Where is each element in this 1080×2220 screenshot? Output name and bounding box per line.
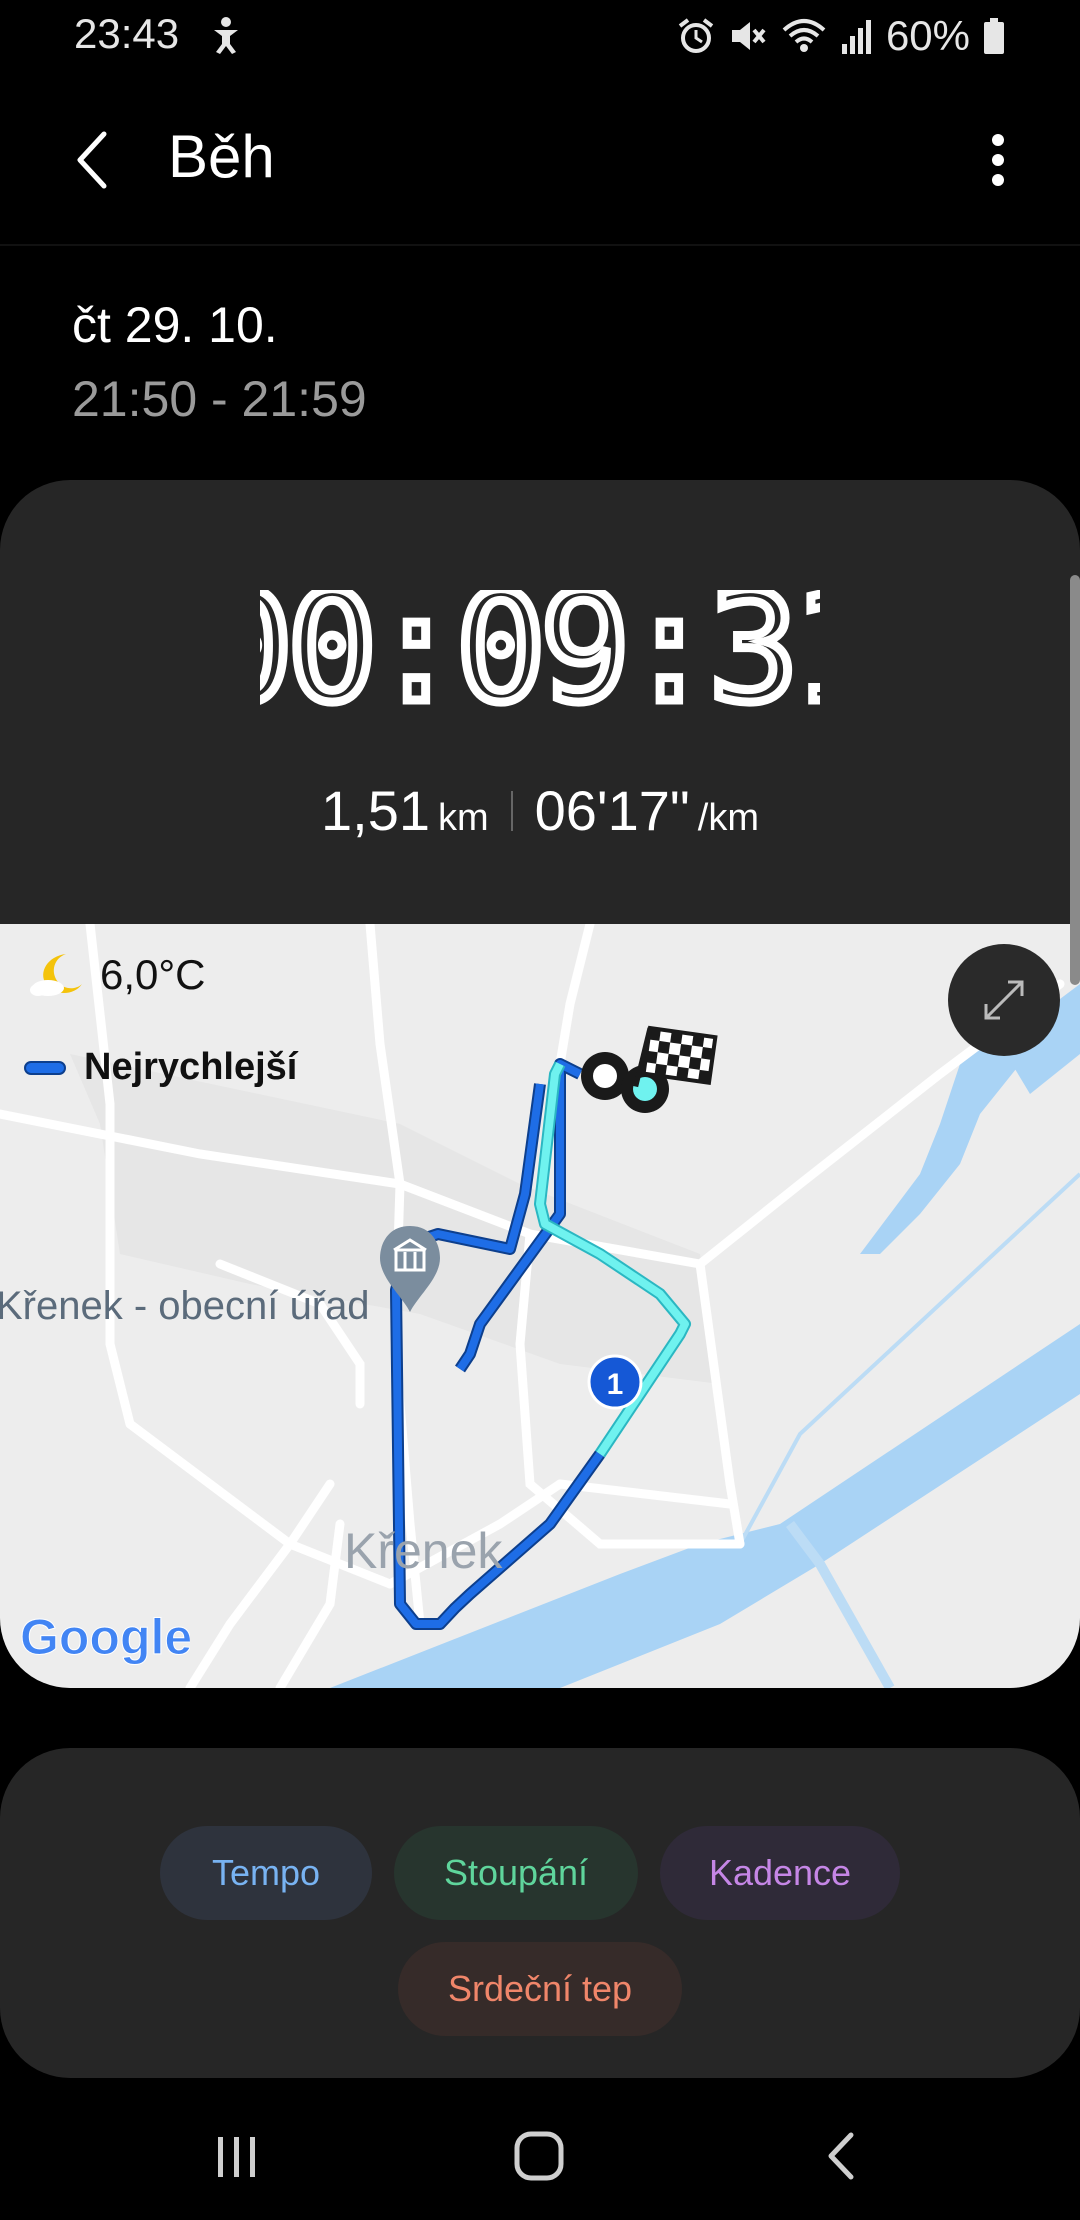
- session-date: čt 29. 10.: [72, 297, 278, 353]
- moon-cloud-icon: [30, 954, 82, 996]
- app-bar: Běh: [0, 100, 1080, 220]
- status-icons: 60%: [676, 12, 1006, 60]
- duration-text: 00:09:31: [260, 590, 820, 714]
- battery-icon: [984, 18, 1004, 54]
- distance-value: 1,51: [320, 779, 430, 842]
- pace-stat: 06'17"/km: [535, 778, 759, 843]
- nav-back-button[interactable]: [796, 2116, 886, 2196]
- duration-display: 00:09:31: [0, 558, 1080, 741]
- scroll-indicator: [1070, 575, 1080, 985]
- heart-rate-chip[interactable]: Srdeční tep: [398, 1942, 682, 2036]
- signal-icon: [841, 20, 871, 54]
- home-icon: [514, 2131, 564, 2181]
- distance-unit: km: [437, 797, 489, 839]
- wifi-icon: [782, 19, 826, 52]
- pace-value: 06'17": [534, 779, 690, 842]
- metric-chips-card: Tempo Stoupání Kadence Srdeční tep: [0, 1748, 1080, 2078]
- stats-separator: [510, 790, 513, 831]
- google-text: Google: [20, 1609, 190, 1665]
- alarm-icon: [678, 18, 714, 53]
- workout-summary-card: 00:09:31 1,51km 06'17"/km: [0, 480, 1080, 1688]
- recent-apps-icon: [218, 2137, 255, 2177]
- accessibility-icon: [214, 17, 238, 54]
- more-vert-icon: [992, 134, 1004, 186]
- session-time-range: 21:50 - 21:59: [72, 371, 367, 427]
- pace-unit: /km: [697, 797, 760, 839]
- google-wordmark: Google: [20, 1609, 193, 1666]
- recent-apps-button[interactable]: [192, 2116, 282, 2196]
- summary-stats: 1,51 km 06'17"/km: [0, 778, 1080, 843]
- temperature: 6,0°C: [100, 951, 206, 998]
- more-options-button[interactable]: [966, 120, 1030, 200]
- duration-digits: 00:09:31: [198, 558, 887, 741]
- tempo-chip[interactable]: Tempo: [160, 1826, 372, 1920]
- navigation-bar: [0, 2086, 1080, 2220]
- elevation-chip[interactable]: Stoupání: [394, 1826, 638, 1920]
- distance-stat: 1,51 km: [321, 778, 489, 843]
- expand-icon: [984, 980, 1024, 1020]
- page-title: Běh: [168, 123, 275, 190]
- battery-percent: 60%: [885, 12, 970, 59]
- google-logo: Google: [20, 1608, 193, 1680]
- expand-map-button[interactable]: [948, 944, 1060, 1056]
- status-time: 23:43: [74, 10, 180, 57]
- lap-marker-label: 1: [607, 1368, 624, 1401]
- cadence-chip[interactable]: Kadence: [660, 1826, 900, 1920]
- town-label: Křenek: [344, 1523, 503, 1579]
- legend-label: Nejrychlejší: [84, 1046, 298, 1088]
- legend-swatch: [24, 1060, 66, 1075]
- poi-label[interactable]: Křenek - obecní úřad: [0, 1284, 370, 1329]
- status-bar: 23:43 60%: [0, 0, 1080, 74]
- route-map[interactable]: 1 6,0°C Nejrychlejší Křenek - obecní úřa…: [0, 924, 1080, 1688]
- back-arrow-icon: [77, 131, 107, 189]
- weather-info: 6,0°C: [28, 950, 206, 1000]
- mute-icon: [731, 22, 766, 50]
- nav-back-icon: [828, 2132, 854, 2180]
- back-button[interactable]: [60, 120, 124, 200]
- route-legend: Nejrychlejší: [24, 1046, 297, 1089]
- header-divider: [0, 244, 1080, 246]
- home-button[interactable]: [494, 2116, 584, 2196]
